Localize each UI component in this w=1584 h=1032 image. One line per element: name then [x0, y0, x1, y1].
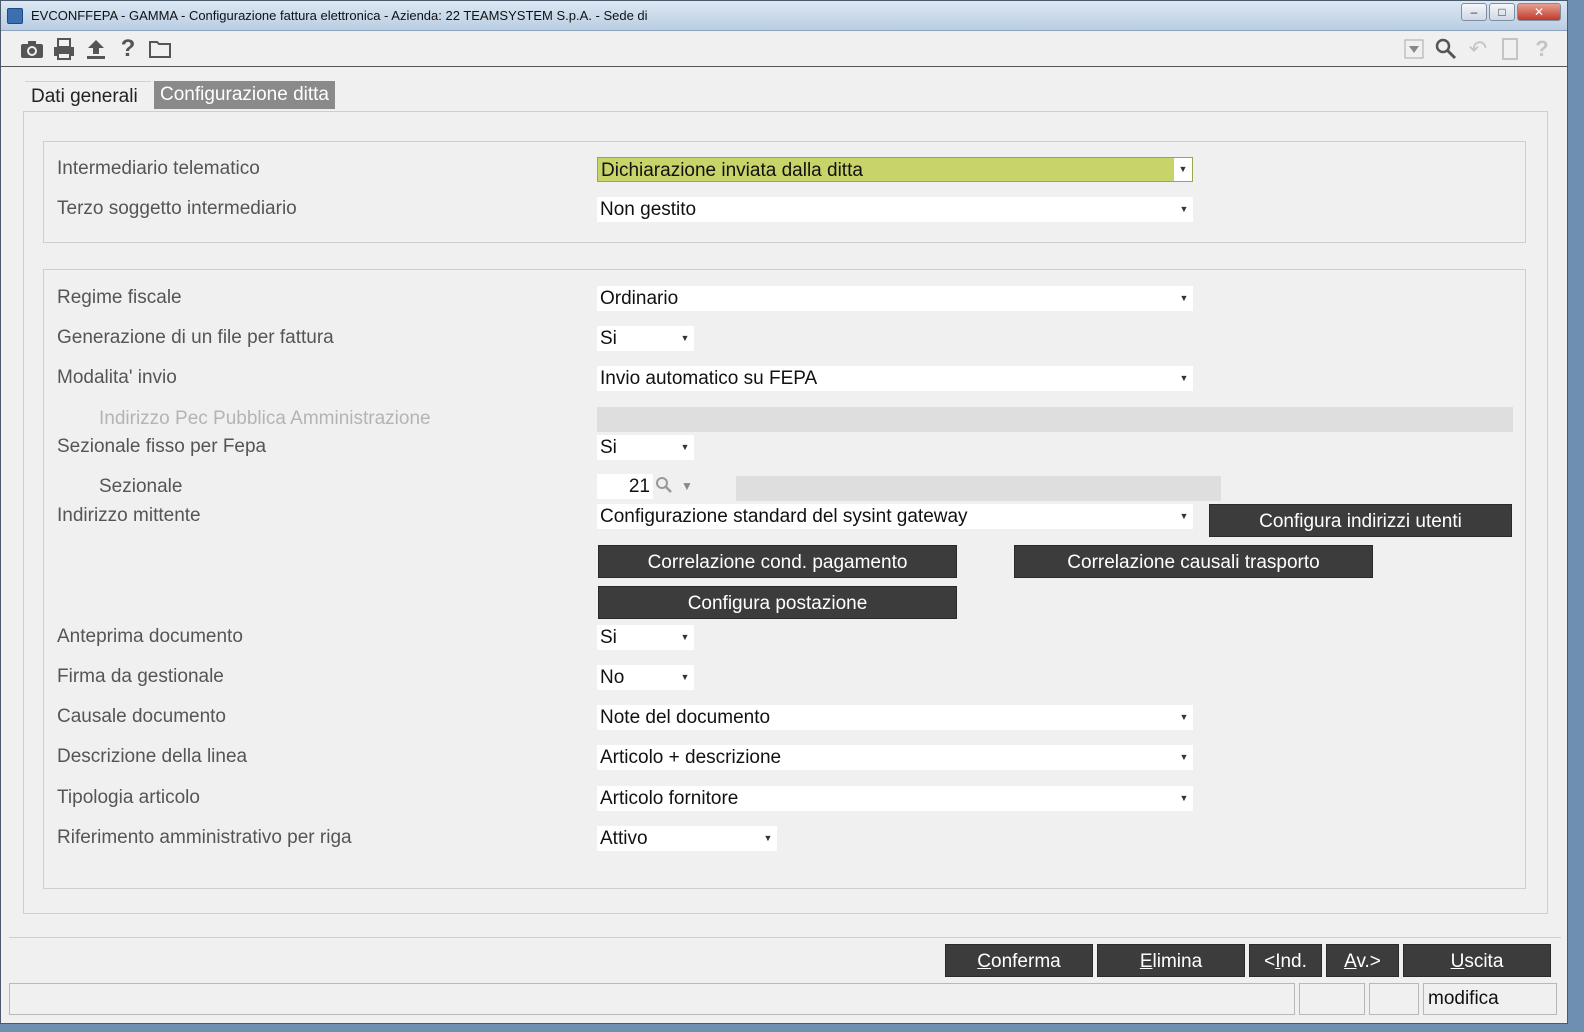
configura-indirizzi-button[interactable]: Configura indirizzi utenti [1209, 504, 1512, 537]
terzo-soggetto-select[interactable]: Non gestito ▼ [597, 197, 1193, 222]
chevron-down-icon: ▼ [676, 435, 694, 460]
printer-icon[interactable] [51, 36, 77, 62]
firma-label: Firma da gestionale [57, 666, 224, 687]
chevron-down-icon: ▼ [1175, 286, 1193, 311]
tab-configurazione-ditta[interactable]: Configurazione ditta [154, 81, 335, 109]
sezionale-input[interactable]: 21 [597, 474, 653, 499]
document-icon[interactable] [1497, 36, 1523, 62]
firma-select[interactable]: No ▼ [597, 665, 694, 690]
correlazione-pagamento-button[interactable]: Correlazione cond. pagamento [598, 545, 957, 578]
anteprima-value: Si [600, 627, 617, 648]
maximize-button[interactable]: □ [1489, 3, 1515, 21]
avanti-button[interactable]: Av.> [1326, 944, 1399, 977]
riferimento-amministrativo-label: Riferimento amministrativo per riga [57, 827, 352, 848]
modalita-invio-select[interactable]: Invio automatico su FEPA ▼ [597, 366, 1193, 391]
anteprima-label: Anteprima documento [57, 626, 243, 647]
toolbar: ? ↶ ? [1, 31, 1567, 67]
sezionale-label: Sezionale [99, 476, 183, 497]
chevron-down-icon: ▼ [676, 625, 694, 650]
regime-fiscale-value: Ordinario [600, 288, 679, 309]
causale-value: Note del documento [600, 707, 771, 728]
chevron-down-icon: ▼ [1175, 366, 1193, 391]
intermediario-label: Intermediario telematico [57, 158, 260, 179]
anteprima-select[interactable]: Si ▼ [597, 625, 694, 650]
chevron-down-icon: ▼ [676, 665, 694, 690]
chevron-down-icon: ▼ [1175, 745, 1193, 770]
status-cell [1369, 983, 1419, 1015]
descrizione-linea-label: Descrizione della linea [57, 746, 248, 767]
filter-dropdown-icon[interactable] [1401, 36, 1427, 62]
help-icon[interactable]: ? [115, 35, 141, 62]
app-window: EVCONFFEPA - GAMMA - Configurazione fatt… [0, 0, 1568, 1024]
upload-icon[interactable] [83, 36, 109, 62]
correlazione-trasporto-button[interactable]: Correlazione causali trasporto [1014, 545, 1373, 578]
configura-postazione-button[interactable]: Configura postazione [598, 586, 957, 619]
indirizzo-mittente-label: Indirizzo mittente [57, 505, 201, 526]
chevron-down-icon: ▼ [676, 326, 694, 351]
terzo-soggetto-value: Non gestito [600, 199, 697, 220]
minimize-button[interactable]: – [1461, 3, 1487, 21]
intermediario-value: Dichiarazione inviata dalla ditta [601, 160, 863, 181]
undo-icon[interactable]: ↶ [1465, 36, 1491, 62]
generazione-file-select[interactable]: Si ▼ [597, 326, 694, 351]
chevron-down-icon[interactable]: ▼ [681, 479, 699, 497]
status-message-cell [9, 983, 1295, 1015]
elimina-button[interactable]: Elimina [1097, 944, 1245, 977]
tipologia-articolo-value: Articolo fornitore [600, 788, 739, 809]
regime-fiscale-select[interactable]: Ordinario ▼ [597, 286, 1193, 311]
folder-icon[interactable] [147, 36, 173, 62]
help-icon[interactable]: ? [1529, 36, 1555, 62]
descrizione-linea-value: Articolo + descrizione [600, 747, 782, 768]
camera-icon[interactable] [19, 36, 45, 62]
tipologia-articolo-label: Tipologia articolo [57, 787, 200, 808]
indietro-button[interactable]: <Ind. [1249, 944, 1322, 977]
pec-pa-label: Indirizzo Pec Pubblica Amministrazione [99, 408, 431, 429]
descrizione-linea-select[interactable]: Articolo + descrizione ▼ [597, 745, 1193, 770]
sezionale-description-field [736, 476, 1221, 501]
footer-separator [9, 937, 1561, 938]
chevron-down-icon: ▼ [759, 826, 777, 851]
chevron-down-icon: ▼ [1175, 504, 1193, 529]
modalita-invio-value: Invio automatico su FEPA [600, 368, 818, 389]
search-icon[interactable] [1433, 36, 1459, 62]
chevron-down-icon: ▼ [1175, 705, 1193, 730]
terzo-soggetto-label: Terzo soggetto intermediario [57, 198, 297, 219]
status-mode: modifica [1423, 983, 1557, 1015]
title-bar: EVCONFFEPA - GAMMA - Configurazione fatt… [1, 1, 1567, 31]
uscita-button[interactable]: Uscita [1403, 944, 1551, 977]
generazione-file-value: Si [600, 328, 617, 349]
pec-pa-field [597, 407, 1513, 432]
indirizzo-mittente-select[interactable]: Configurazione standard del sysint gatew… [597, 504, 1193, 529]
sezionale-fisso-value: Si [600, 437, 617, 458]
tab-dati-generali[interactable]: Dati generali [25, 81, 151, 111]
close-button[interactable]: ✕ [1517, 3, 1561, 21]
generazione-file-label: Generazione di un file per fattura [57, 327, 334, 348]
riferimento-amministrativo-value: Attivo [600, 828, 648, 849]
causale-label: Causale documento [57, 706, 226, 727]
modalita-invio-label: Modalita' invio [57, 367, 177, 388]
status-cell [1299, 983, 1365, 1015]
causale-select[interactable]: Note del documento ▼ [597, 705, 1193, 730]
conferma-button[interactable]: Conferma [945, 944, 1093, 977]
sezionale-fisso-label: Sezionale fisso per Fepa [57, 436, 267, 457]
chevron-down-icon: ▼ [1174, 158, 1192, 181]
sezionale-fisso-select[interactable]: Si ▼ [597, 435, 694, 460]
window-title: EVCONFFEPA - GAMMA - Configurazione fatt… [31, 8, 648, 23]
tipologia-articolo-select[interactable]: Articolo fornitore ▼ [597, 786, 1193, 811]
intermediario-select[interactable]: Dichiarazione inviata dalla ditta ▼ [597, 157, 1193, 182]
firma-value: No [600, 667, 625, 688]
status-bar: modifica [9, 983, 1561, 1015]
lookup-search-icon[interactable] [655, 476, 675, 498]
riferimento-amministrativo-select[interactable]: Attivo ▼ [597, 826, 777, 851]
regime-fiscale-label: Regime fiscale [57, 287, 182, 308]
app-icon [7, 8, 23, 24]
chevron-down-icon: ▼ [1175, 786, 1193, 811]
indirizzo-mittente-value: Configurazione standard del sysint gatew… [600, 506, 968, 527]
chevron-down-icon: ▼ [1175, 197, 1193, 222]
